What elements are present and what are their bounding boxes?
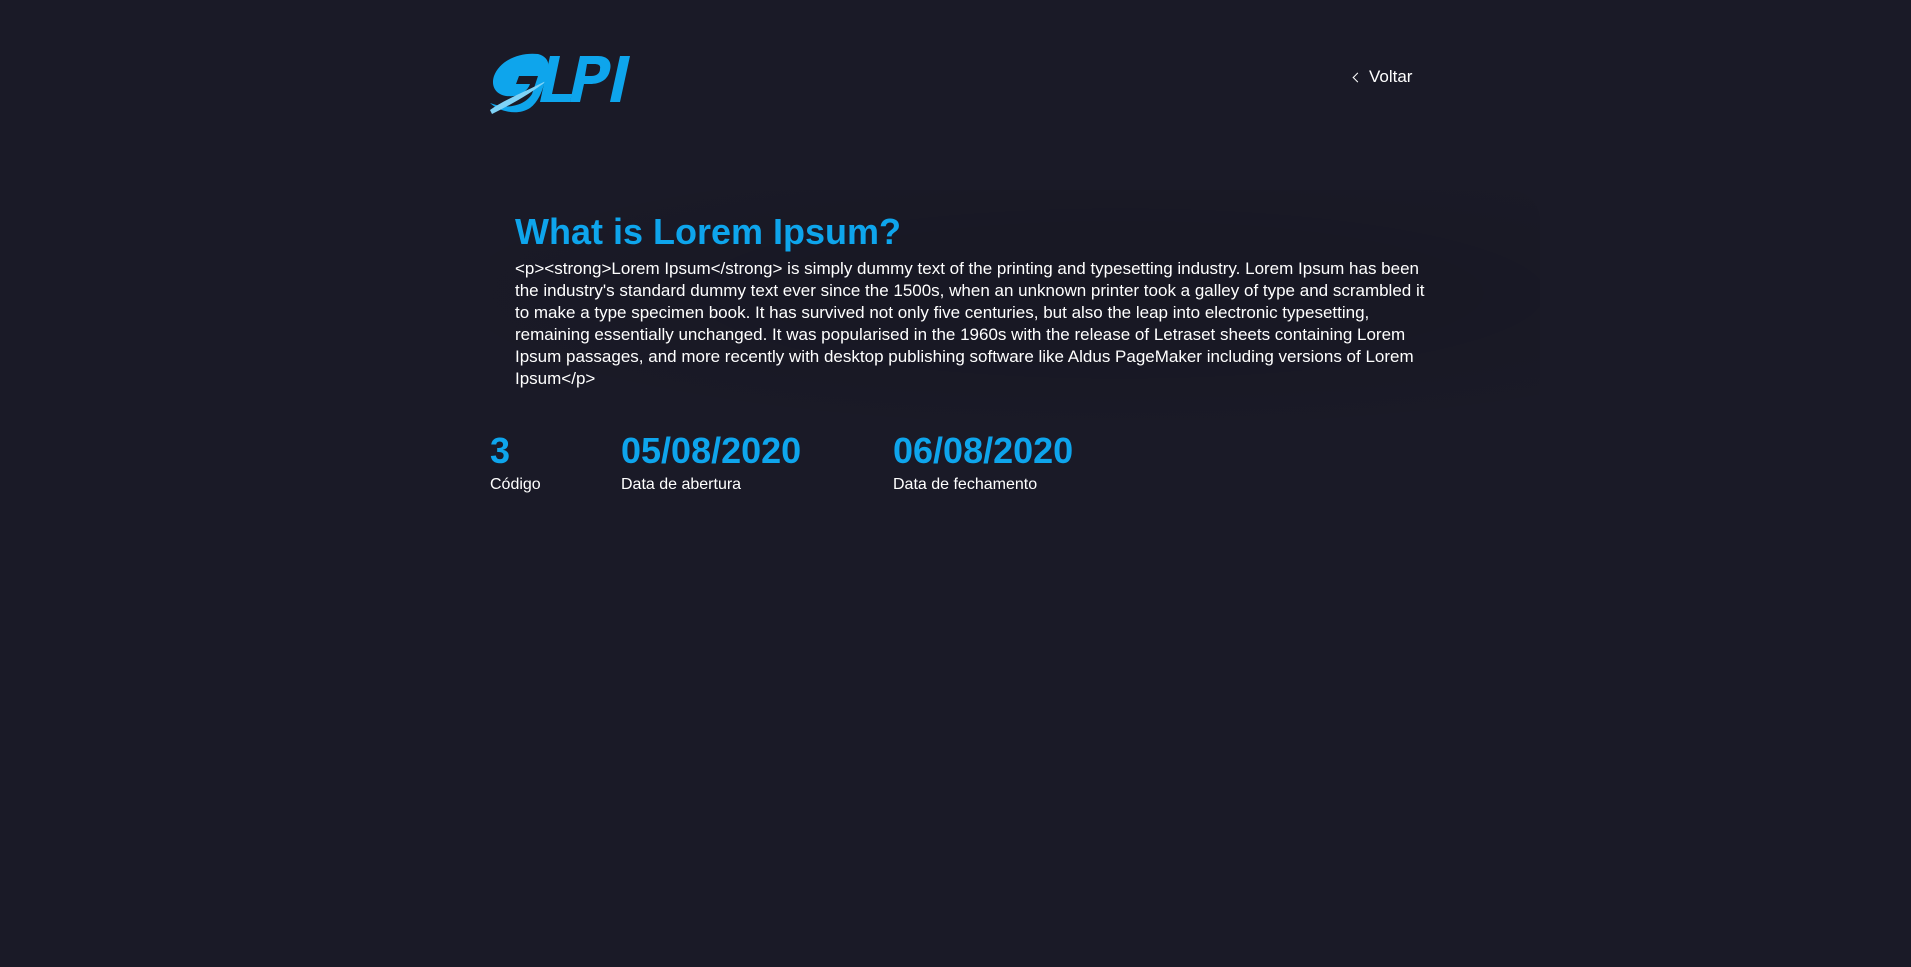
stat-code-value: 3 xyxy=(490,430,511,471)
stat-code: 3 Código xyxy=(490,430,541,495)
back-link-label: Voltar xyxy=(1369,67,1413,86)
chevron-left-icon xyxy=(1352,72,1363,82)
stat-code-label: Código xyxy=(490,476,541,493)
stat-opening-date: 05/08/2020 Data de abertura xyxy=(621,430,801,495)
stat-closing-date-value: 06/08/2020 xyxy=(893,430,1074,471)
article-title: What is Lorem Ipsum? xyxy=(515,211,902,252)
article-body: <p><strong>Lorem Ipsum</strong> is simpl… xyxy=(515,259,1425,388)
page: Voltar What is Lorem Ipsum? <p><strong>L… xyxy=(0,0,1911,967)
glpi-logo[interactable] xyxy=(490,50,640,116)
stat-closing-date-label: Data de fechamento xyxy=(893,476,1038,493)
stat-closing-date: 06/08/2020 Data de fechamento xyxy=(893,430,1073,495)
back-link[interactable]: Voltar xyxy=(1352,67,1412,87)
glpi-logo-icon xyxy=(490,53,630,114)
stat-opening-date-label: Data de abertura xyxy=(621,476,742,493)
stat-opening-date-value: 05/08/2020 xyxy=(621,430,802,471)
